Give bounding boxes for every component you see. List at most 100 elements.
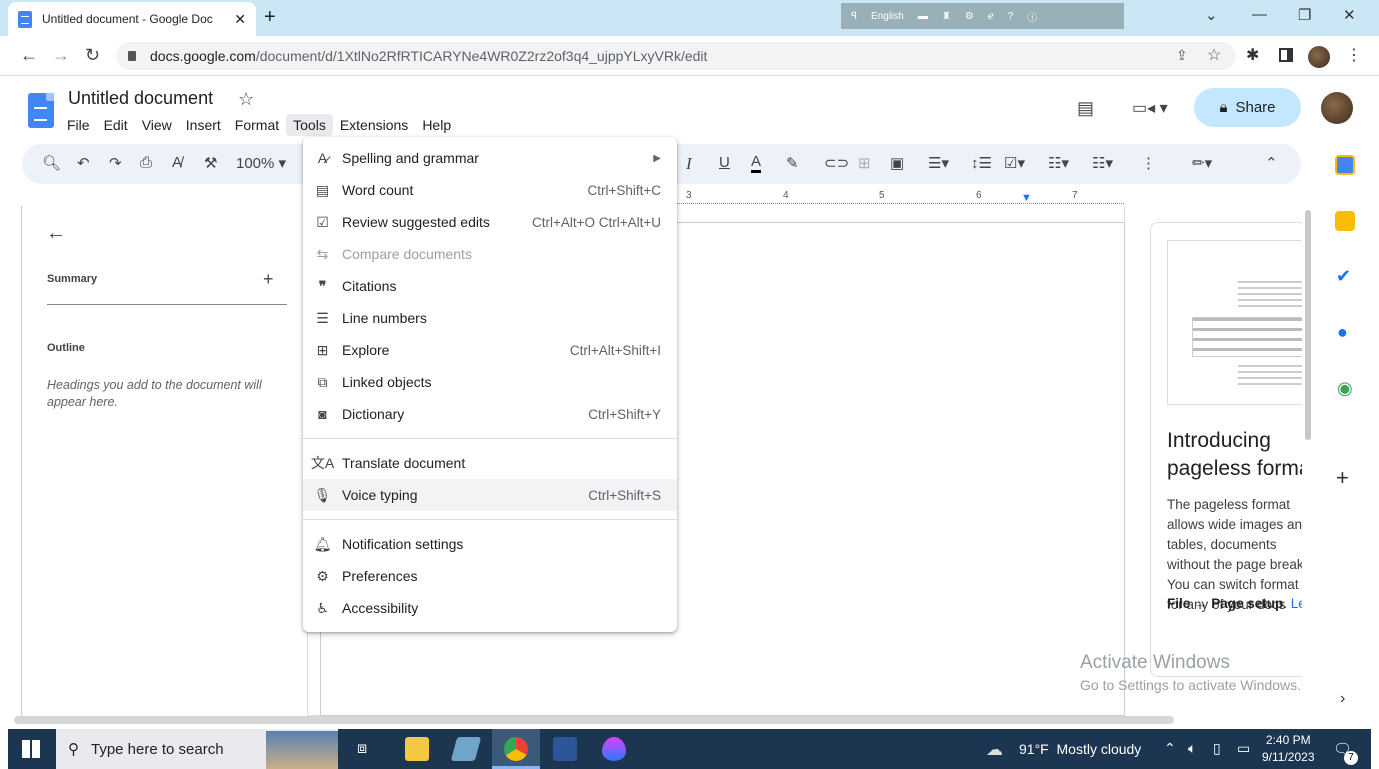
ime-language[interactable]: English — [871, 11, 904, 22]
star-icon[interactable]: ☆ — [238, 89, 254, 110]
add-summary-icon[interactable]: + — [263, 269, 274, 290]
insert-link-icon[interactable]: ⊂⊃ — [824, 154, 849, 172]
ime-info-icon[interactable]: ⓘ — [1027, 9, 1037, 24]
add-addon-icon[interactable]: + — [1336, 465, 1349, 491]
vertical-ruler[interactable] — [8, 206, 22, 716]
ime-ie-icon[interactable]: ℯ — [988, 11, 994, 22]
chrome-taskbar-button[interactable] — [492, 729, 540, 769]
windows-start-icon[interactable] — [22, 740, 40, 758]
menu-item-review-edits[interactable]: ☑ Review suggested edits Ctrl+Alt+O Ctrl+A… — [303, 206, 677, 238]
checklist-icon[interactable]: ☑▾ — [1004, 154, 1025, 172]
learn-more-link[interactable]: Learn more — [1291, 596, 1302, 611]
bookmark-star-icon[interactable]: ☆ — [1207, 45, 1221, 65]
italic-button[interactable]: I — [686, 154, 692, 174]
profile-avatar[interactable] — [1308, 46, 1330, 68]
highlight-icon[interactable]: ✎ — [786, 154, 799, 172]
clock[interactable]: 2:40 PM 9/11/2023 — [1262, 732, 1315, 766]
menu-item-preferences[interactable]: ⚙ Preferences — [303, 560, 677, 592]
ime-settings-icon[interactable]: ⚙ — [965, 11, 974, 22]
editing-mode-icon[interactable]: ✏▾ — [1192, 154, 1212, 172]
task-view-icon[interactable]: ⧈ — [357, 740, 367, 758]
menu-tools[interactable]: Tools — [286, 114, 333, 136]
add-comment-icon[interactable]: ⊞ — [858, 154, 871, 172]
numbered-list-icon[interactable]: ☷▾ — [1092, 154, 1113, 172]
file-explorer-icon[interactable] — [405, 737, 429, 761]
keep-icon[interactable] — [1335, 211, 1355, 231]
menu-item-citations[interactable]: ❞ Citations — [303, 270, 677, 302]
restore-button[interactable]: ❐ — [1298, 6, 1311, 24]
redo-icon[interactable]: ↷ — [109, 154, 122, 172]
menu-edit[interactable]: Edit — [97, 114, 135, 136]
menu-insert[interactable]: Insert — [179, 114, 228, 136]
undo-icon[interactable]: ↶ — [77, 154, 90, 172]
reload-button[interactable]: ↻ — [85, 45, 100, 66]
align-icon[interactable]: ☰▾ — [928, 154, 949, 172]
weather-text[interactable]: 91°F Mostly cloudy — [1019, 741, 1141, 757]
menu-format[interactable]: Format — [228, 114, 286, 136]
close-outline-arrow-icon[interactable]: ← — [46, 222, 66, 245]
side-panel-icon[interactable] — [1279, 48, 1293, 62]
zoom-select[interactable]: 100% ▾ — [236, 154, 286, 172]
show-side-panel-chevron-icon[interactable]: › — [1340, 690, 1345, 708]
menu-extensions[interactable]: Extensions — [333, 114, 415, 136]
menu-item-linked-objects[interactable]: ⧉ Linked objects — [303, 366, 677, 398]
hide-menus-chevron-icon[interactable]: ⌃ — [1265, 154, 1278, 172]
ime-keyboard-icon[interactable]: ▬ — [918, 11, 928, 22]
menu-view[interactable]: View — [135, 114, 179, 136]
text-color-button[interactable]: A — [751, 154, 762, 173]
tray-chevron-icon[interactable]: ⌃ — [1164, 740, 1176, 757]
horizontal-ruler[interactable]: 3 4 5 6 7 ▼ — [676, 190, 1124, 206]
ime-toolbar[interactable]: ꟼ English ▬ ♜ ⚙ ℯ ? ⓘ — [841, 3, 1124, 29]
menu-item-dictionary[interactable]: ◙ Dictionary Ctrl+Shift+Y — [303, 398, 677, 430]
calendar-icon[interactable] — [1335, 155, 1355, 175]
menu-item-translate[interactable]: 文A Translate document — [303, 447, 677, 479]
search-menus-icon[interactable]: 🔍︎ — [42, 154, 61, 172]
menu-item-spelling[interactable]: A̷ Spelling and grammar ▶ — [303, 142, 677, 174]
chrome-menu-icon[interactable]: ⋮ — [1346, 45, 1362, 65]
back-button[interactable]: ← — [20, 45, 38, 66]
tab-search-chevron-icon[interactable]: ⌄ — [1205, 6, 1218, 24]
browser-tab[interactable]: Untitled document - Google Doc ✕ — [8, 2, 256, 36]
insert-image-icon[interactable]: ▣ — [890, 154, 904, 172]
contacts-icon[interactable]: ● — [1337, 322, 1348, 343]
spellcheck-toolbar-icon[interactable]: A̸ — [172, 154, 182, 171]
forward-button[interactable]: → — [52, 45, 70, 66]
ime-tool-icon[interactable]: ♜ — [942, 11, 951, 22]
tasks-icon[interactable]: ✔ — [1336, 266, 1351, 287]
volume-icon[interactable]: 🔈︎ — [1188, 740, 1196, 757]
new-tab-button[interactable]: + — [264, 6, 276, 29]
menu-file[interactable]: File — [60, 114, 97, 136]
menu-item-compare[interactable]: ⇆ Compare documents — [303, 238, 677, 270]
bulleted-list-icon[interactable]: ☷▾ — [1048, 154, 1069, 172]
menu-item-accessibility[interactable]: ♿︎ Accessibility — [303, 592, 677, 624]
comments-icon[interactable]: ▤ — [1077, 98, 1094, 119]
menu-item-line-numbers[interactable]: ☰ Line numbers — [303, 302, 677, 334]
menu-item-explore[interactable]: ⊞ Explore Ctrl+Alt+Shift+I — [303, 334, 677, 366]
horizontal-scrollbar[interactable] — [14, 716, 1174, 724]
close-tab-icon[interactable]: ✕ — [234, 11, 246, 28]
menu-item-word-count[interactable]: ▤ Word count Ctrl+Shift+C — [303, 174, 677, 206]
line-spacing-icon[interactable]: ↕☰ — [971, 154, 992, 172]
share-button[interactable]: 🔒︎ Share — [1194, 88, 1301, 127]
underline-button[interactable]: U — [719, 154, 730, 171]
print-icon[interactable]: ⎙ — [140, 154, 152, 171]
more-options-icon[interactable]: ⋮ — [1141, 154, 1156, 172]
menu-item-voice-typing[interactable]: 🎙︎ Voice typing Ctrl+Shift+S — [303, 479, 677, 511]
side-scrollbar[interactable] — [1305, 210, 1311, 440]
extensions-icon[interactable]: ✱ — [1246, 45, 1259, 65]
word-icon[interactable] — [553, 737, 577, 761]
url-field[interactable]: docs.google.com/document/d/1XtlNo2RfRTIC… — [116, 42, 1236, 70]
battery-icon[interactable]: ▯ — [1213, 740, 1221, 757]
share-page-icon[interactable]: ⇪ — [1176, 47, 1188, 64]
document-title[interactable]: Untitled document — [68, 88, 213, 109]
menu-help[interactable]: Help — [415, 114, 458, 136]
maps-icon[interactable]: ◉ — [1337, 378, 1353, 399]
paint-format-icon[interactable]: ⚒ — [204, 154, 217, 172]
account-avatar[interactable] — [1321, 92, 1353, 124]
close-window-button[interactable]: ✕ — [1343, 6, 1356, 24]
meet-icon[interactable]: ▭◂ ▾ — [1132, 98, 1168, 118]
ime-help-icon[interactable]: ? — [1008, 11, 1014, 22]
minimize-button[interactable]: — — [1252, 6, 1267, 23]
docs-logo-icon[interactable] — [28, 93, 54, 128]
network-icon[interactable]: ▭ — [1237, 740, 1250, 757]
